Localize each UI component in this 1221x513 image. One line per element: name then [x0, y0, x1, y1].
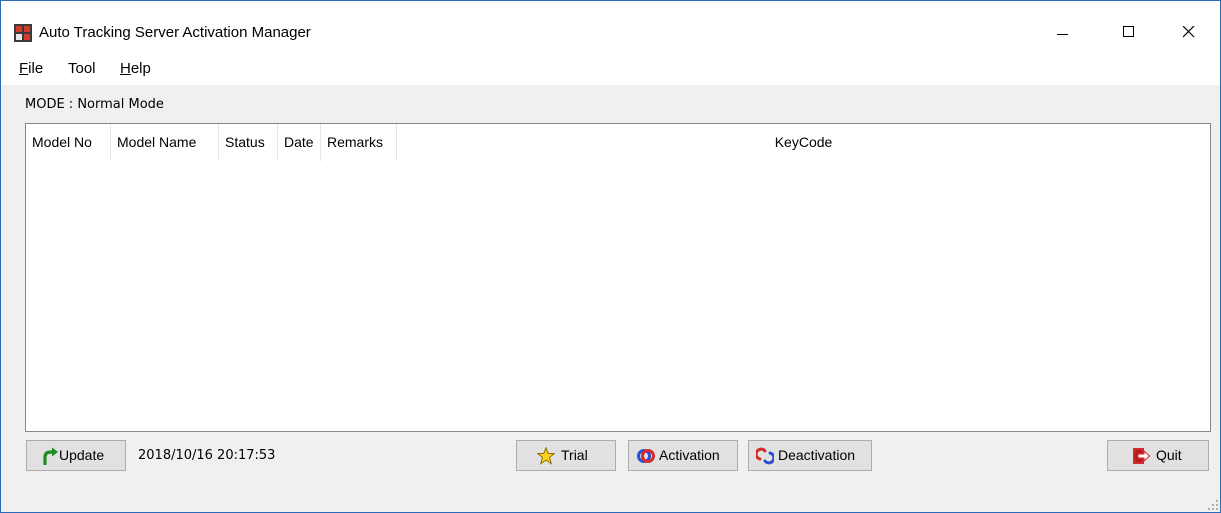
list-body[interactable] [26, 161, 1210, 431]
column-date[interactable]: Date [278, 124, 321, 161]
minimize-button[interactable] [1040, 1, 1086, 47]
close-button[interactable] [1166, 1, 1212, 47]
maximize-button[interactable] [1106, 1, 1152, 47]
column-status[interactable]: Status [219, 124, 278, 161]
mode-label: MODE : Normal Mode [25, 97, 164, 112]
update-button[interactable]: Update [26, 440, 126, 471]
deactivation-button-label: Deactivation [778, 447, 856, 463]
app-icon [14, 24, 32, 42]
column-model-name[interactable]: Model Name [111, 124, 219, 161]
deactivation-icon [756, 447, 774, 465]
deactivation-button[interactable]: Deactivation [748, 440, 872, 471]
menu-tool[interactable]: Tool [68, 59, 96, 79]
activation-icon [637, 449, 655, 463]
main-window: Auto Tracking Server Activation Manager … [0, 0, 1221, 513]
column-remarks[interactable]: Remarks [321, 124, 397, 161]
menu-file-mnemonic: F [19, 60, 29, 77]
quit-button[interactable]: Quit [1107, 440, 1209, 471]
menu-file-label: ile [28, 60, 44, 77]
quit-button-label: Quit [1156, 447, 1182, 463]
column-keycode[interactable]: KeyCode [397, 124, 1210, 161]
list-header: Model No Model Name Status Date Remarks … [26, 124, 1210, 161]
refresh-icon [43, 447, 58, 465]
trial-button[interactable]: Trial [516, 440, 616, 471]
activation-button-label: Activation [659, 447, 720, 463]
column-model-no[interactable]: Model No [26, 124, 111, 161]
minimize-icon [1057, 34, 1068, 35]
last-update-timestamp: 2018/10/16 20:17:53 [138, 448, 276, 463]
window-title: Auto Tracking Server Activation Manager [39, 24, 311, 41]
menu-bar: File Tool Help [1, 47, 1220, 85]
update-button-label: Update [59, 447, 105, 463]
activation-button[interactable]: Activation [628, 440, 738, 471]
maximize-icon [1123, 26, 1134, 37]
menu-help-mnemonic: H [120, 60, 131, 77]
menu-help[interactable]: Help [120, 59, 151, 79]
menu-file[interactable]: File [19, 59, 43, 79]
resize-grip-icon[interactable] [1205, 497, 1219, 511]
star-icon [537, 447, 555, 465]
trial-button-label: Trial [561, 447, 588, 463]
exit-icon [1133, 448, 1150, 464]
close-icon [1183, 26, 1195, 38]
menu-help-label: elp [130, 60, 151, 77]
title-bar[interactable]: Auto Tracking Server Activation Manager [1, 1, 1220, 47]
activation-list[interactable]: Model No Model Name Status Date Remarks … [25, 123, 1211, 432]
